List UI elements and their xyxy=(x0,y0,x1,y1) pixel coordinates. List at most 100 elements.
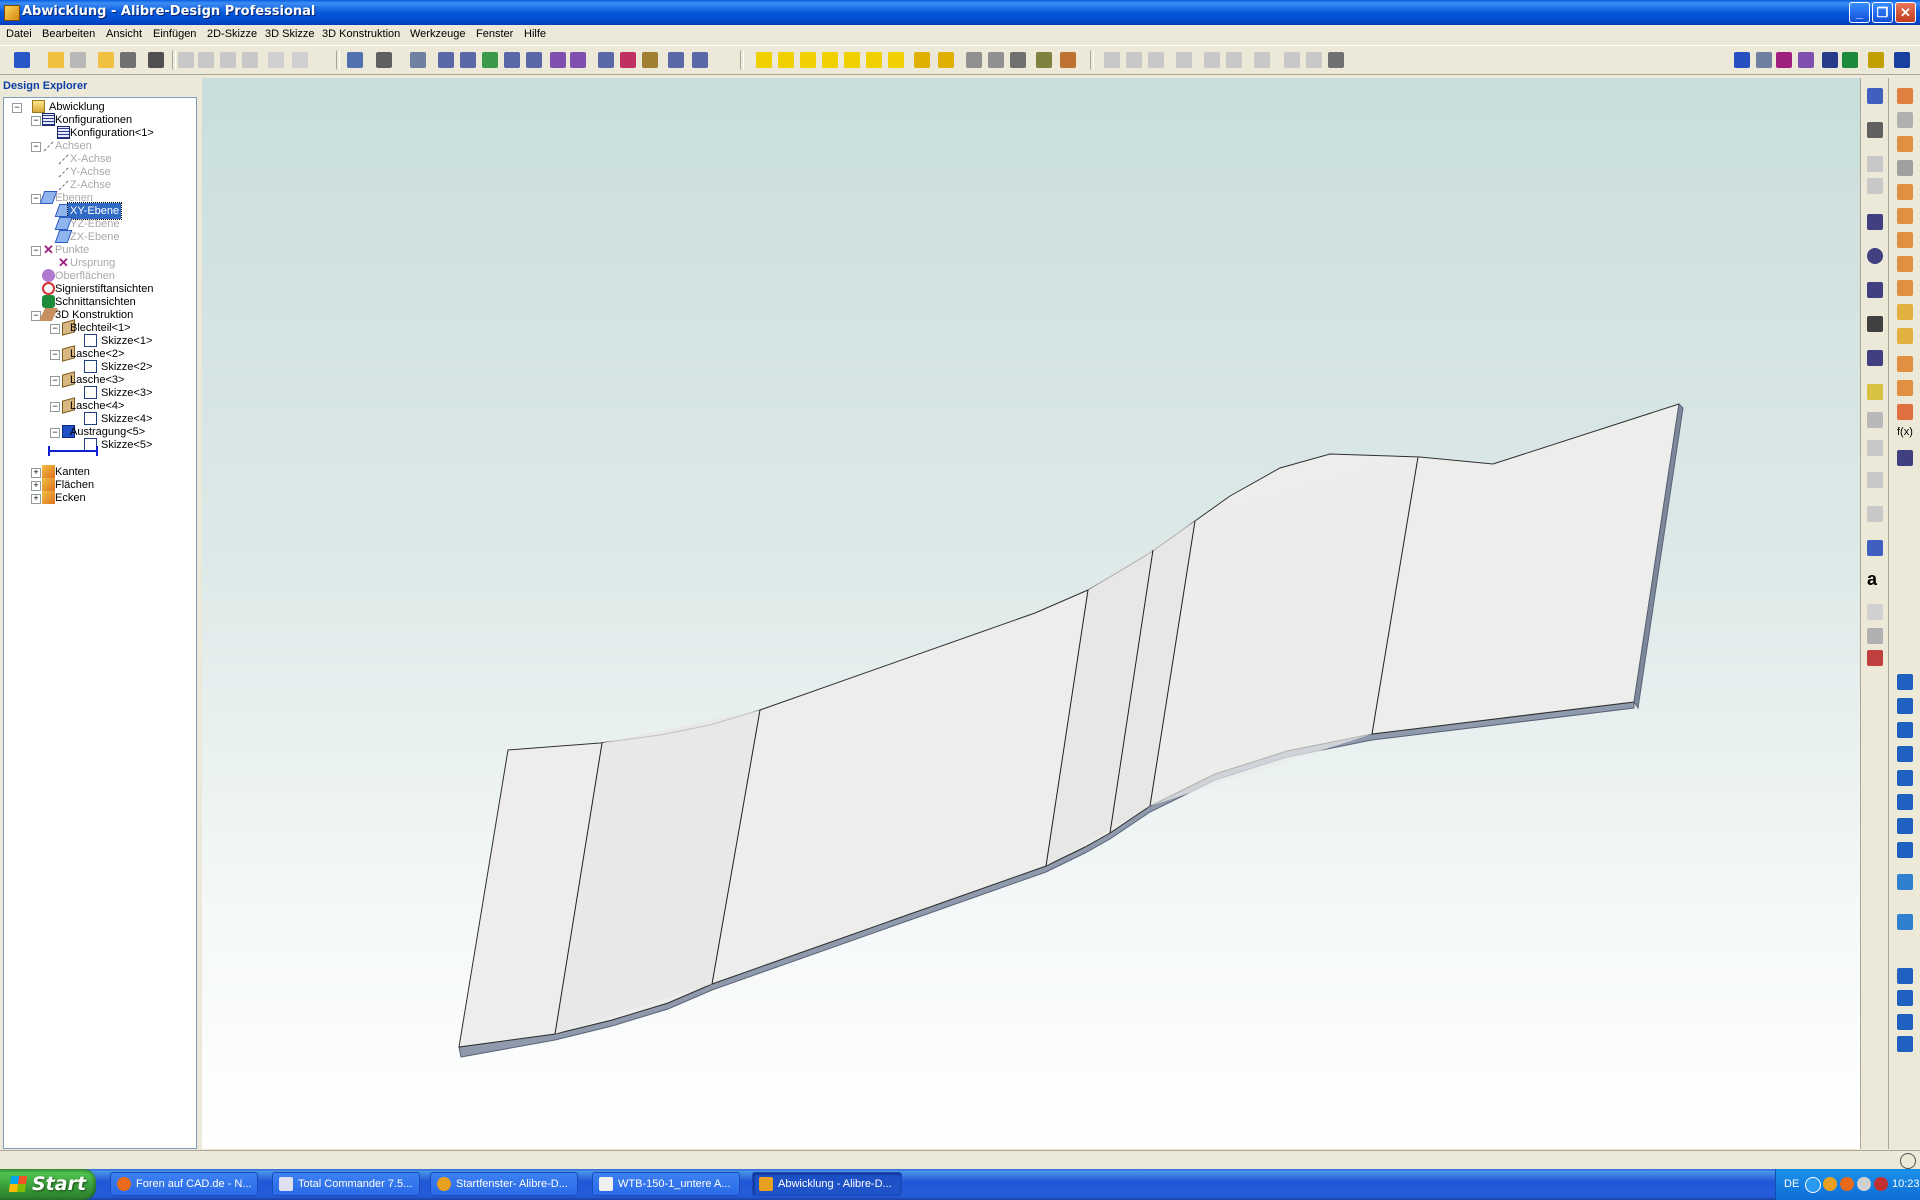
fillet-icon[interactable] xyxy=(1897,256,1913,272)
display-options-icon[interactable] xyxy=(1036,52,1052,68)
mirror-sketch-icon[interactable] xyxy=(1867,628,1883,644)
sheetmetal-unfold-tool-icon[interactable] xyxy=(1897,842,1913,858)
offset-icon[interactable] xyxy=(1867,412,1883,428)
sheetmetal-tool-a-icon[interactable] xyxy=(1897,968,1913,984)
menu-ansicht[interactable]: Ansicht xyxy=(106,28,142,40)
expand-icon[interactable]: + xyxy=(31,468,41,478)
sheetmetal-tool-2-icon[interactable] xyxy=(1126,52,1142,68)
menu-bearbeiten[interactable]: Bearbeiten xyxy=(42,28,95,40)
minimize-button[interactable]: _ xyxy=(1849,2,1870,23)
collapse-icon[interactable]: − xyxy=(50,428,60,438)
collapse-icon[interactable]: − xyxy=(50,350,60,360)
collapse-icon[interactable]: − xyxy=(50,402,60,412)
text-icon[interactable]: a xyxy=(1867,570,1883,588)
roll-icon[interactable] xyxy=(570,52,586,68)
expand-icon[interactable]: + xyxy=(31,481,41,491)
view-bottom-icon[interactable] xyxy=(888,52,904,68)
menu-datei[interactable]: Datei xyxy=(6,28,32,40)
collapse-icon[interactable]: − xyxy=(50,376,60,386)
look-at-icon[interactable] xyxy=(598,52,614,68)
zoom-window-icon[interactable] xyxy=(460,52,476,68)
loft-icon[interactable] xyxy=(1897,160,1913,176)
grid-tool-1-icon[interactable] xyxy=(1284,52,1300,68)
pan-icon[interactable] xyxy=(504,52,520,68)
view-next-icon[interactable] xyxy=(938,52,954,68)
reference-icon[interactable] xyxy=(1867,540,1883,556)
measure-icon[interactable] xyxy=(642,52,658,68)
render-icon[interactable] xyxy=(1060,52,1076,68)
zoom-fit-icon[interactable] xyxy=(438,52,454,68)
construction-tool-icon[interactable] xyxy=(1867,178,1883,194)
point-tool-icon[interactable] xyxy=(1776,52,1792,68)
sheetmetal-tool-d-icon[interactable] xyxy=(1897,1036,1913,1052)
view-right-icon[interactable] xyxy=(844,52,860,68)
view-iso-icon[interactable] xyxy=(756,52,772,68)
sheetmetal-tool-7-icon[interactable] xyxy=(1254,52,1270,68)
save-all-icon[interactable] xyxy=(120,52,136,68)
menu-fenster[interactable]: Fenster xyxy=(476,28,513,40)
sheetmetal-jog-tool-icon[interactable] xyxy=(1897,770,1913,786)
surface-tool-icon[interactable] xyxy=(1798,52,1814,68)
menu-2d-skizze[interactable]: 2D-Skizze xyxy=(207,28,257,40)
sheetmetal-rip-tool-icon[interactable] xyxy=(1897,914,1913,930)
collapse-icon[interactable]: − xyxy=(12,103,22,113)
sheetmetal-tool-c-icon[interactable] xyxy=(1897,1014,1913,1030)
close-button[interactable]: ✕ xyxy=(1895,2,1916,23)
view-left-icon[interactable] xyxy=(822,52,838,68)
taskbar-item-startfenster[interactable]: Startfenster- Alibre-D... xyxy=(430,1172,578,1196)
tray-app-icon[interactable] xyxy=(1823,1177,1837,1191)
equation-icon[interactable]: f(x) xyxy=(1897,426,1913,442)
status-indicator-icon[interactable] xyxy=(1900,1153,1916,1169)
taskbar-item-wtb[interactable]: WTB-150-1_untere A... xyxy=(592,1172,740,1196)
extrude-icon[interactable] xyxy=(1897,88,1913,104)
sheetmetal-tool-1-icon[interactable] xyxy=(1104,52,1120,68)
undo-icon[interactable] xyxy=(268,52,284,68)
pattern-sketch-icon[interactable] xyxy=(1867,506,1883,522)
pattern-icon[interactable] xyxy=(1897,328,1913,344)
clock[interactable]: 10:23 xyxy=(1892,1178,1920,1190)
sheetmetal-tool-4-icon[interactable] xyxy=(1176,52,1192,68)
fillet-sketch-icon[interactable] xyxy=(1867,472,1883,488)
view-cube-icon[interactable] xyxy=(376,52,392,68)
sheetmetal-tool-6-icon[interactable] xyxy=(1226,52,1242,68)
section-tool-icon[interactable] xyxy=(1842,52,1858,68)
plane-tool-icon[interactable] xyxy=(1734,52,1750,68)
design-table-icon[interactable] xyxy=(1897,450,1913,466)
save-icon[interactable] xyxy=(70,52,86,68)
sheetmetal-corner-tool-icon[interactable] xyxy=(1897,818,1913,834)
menu-einfuegen[interactable]: Einfügen xyxy=(153,28,196,40)
redo-icon[interactable] xyxy=(292,52,308,68)
hole-icon[interactable] xyxy=(1897,184,1913,200)
restore-button[interactable]: ❐ xyxy=(1872,2,1893,23)
paste-icon[interactable] xyxy=(220,52,236,68)
tray-expand-icon[interactable] xyxy=(1805,1177,1821,1193)
taskbar-item-abwicklung[interactable]: Abwicklung - Alibre-D... xyxy=(752,1172,902,1196)
rectangle-icon[interactable] xyxy=(1867,316,1883,332)
image-icon[interactable] xyxy=(1867,604,1883,620)
expand-icon[interactable]: + xyxy=(31,494,41,504)
draft-icon[interactable] xyxy=(1897,304,1913,320)
menu-3d-konstruktion[interactable]: 3D Konstruktion xyxy=(322,28,400,40)
start-button[interactable]: Start xyxy=(0,1169,96,1200)
revolve-icon[interactable] xyxy=(1897,112,1913,128)
trim-icon[interactable] xyxy=(1867,440,1883,456)
view-front-icon[interactable] xyxy=(778,52,794,68)
construction-line-icon[interactable] xyxy=(1867,156,1883,172)
arc-icon[interactable] xyxy=(1867,282,1883,298)
rotate-icon[interactable] xyxy=(526,52,542,68)
sweep-icon[interactable] xyxy=(1897,136,1913,152)
sheetmetal-part-model[interactable] xyxy=(202,78,1860,1149)
circle-icon[interactable] xyxy=(1867,248,1883,264)
copy-icon[interactable] xyxy=(198,52,214,68)
menu-hilfe[interactable]: Hilfe xyxy=(524,28,546,40)
bend-zone-3[interactable] xyxy=(1150,457,1418,806)
sheetmetal-tool-b-icon[interactable] xyxy=(1897,990,1913,1006)
constraint-icon[interactable] xyxy=(692,52,708,68)
cut-icon[interactable] xyxy=(178,52,194,68)
axis-tool-icon[interactable] xyxy=(1756,52,1772,68)
sheetmetal-flange-tool-icon[interactable] xyxy=(1897,698,1913,714)
wireframe-icon[interactable] xyxy=(966,52,982,68)
parameter-tool-icon[interactable] xyxy=(1894,52,1910,68)
shell-icon[interactable] xyxy=(1897,208,1913,224)
alibre-app-icon[interactable] xyxy=(4,5,20,21)
